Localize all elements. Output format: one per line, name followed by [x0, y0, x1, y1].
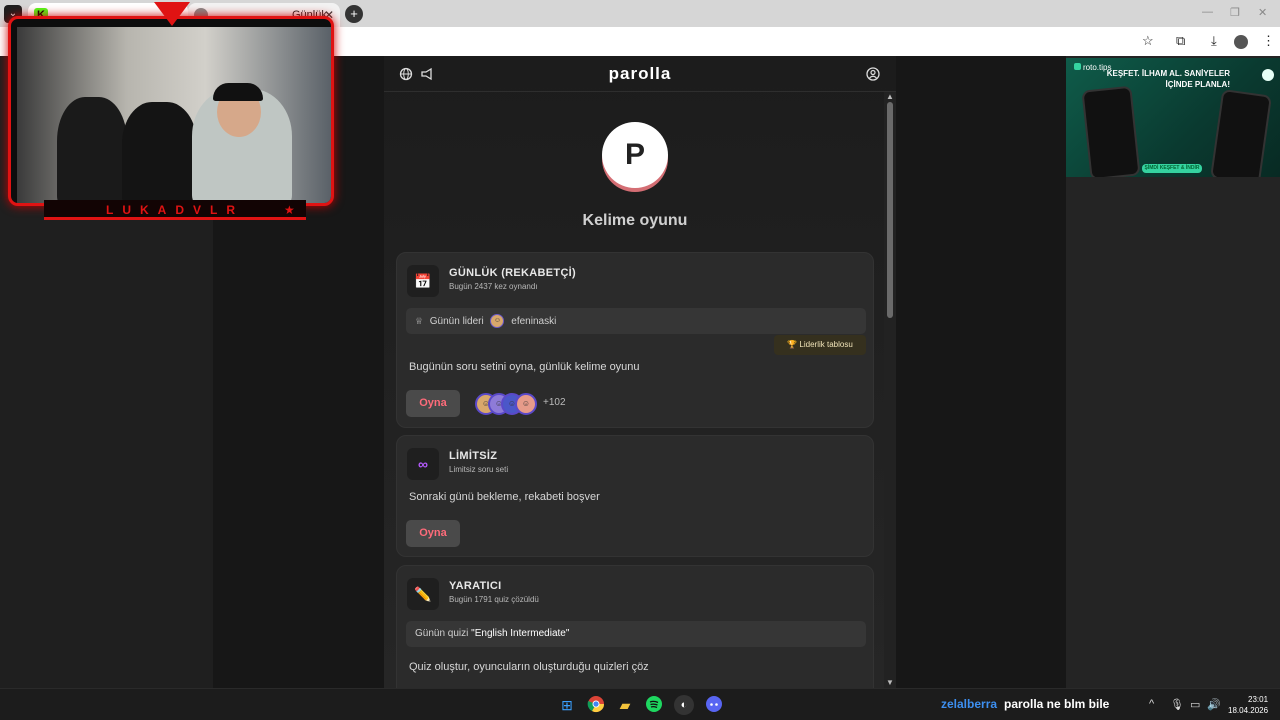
site-title[interactable]: parolla: [384, 64, 896, 84]
webcam-video: [17, 27, 331, 203]
card-description: Bugünün soru setini oyna, günlük kelime …: [409, 361, 640, 373]
creator-mode-card[interactable]: ✏️ YARATICI Bugün 1791 quiz çözüldü Günü…: [396, 565, 874, 688]
quiz-of-day-strip[interactable]: Günün quizi "English Intermediate": [406, 621, 866, 647]
ad-cta-button[interactable]: ŞİMDİ KEŞFET & İNDİR: [1142, 164, 1202, 173]
microphone-icon[interactable]: 🎙: [1170, 698, 1184, 711]
clock-time: 23:01: [1248, 695, 1269, 704]
menu-kebab-icon[interactable]: ⋮: [1262, 33, 1275, 49]
webcam-notch: [154, 2, 190, 26]
card-title: LİMİTSİZ: [449, 450, 498, 462]
site-logo: P: [602, 122, 668, 188]
phone-image: [1081, 85, 1141, 177]
trophy-outline-icon: ♕: [415, 316, 424, 326]
address-bar[interactable]: [330, 30, 1130, 53]
daily-play-button[interactable]: Oyna: [406, 390, 460, 417]
site-subtitle: Kelime oyunu: [582, 212, 688, 229]
cap-shape: [213, 83, 263, 101]
daily-mode-card[interactable]: 📅 GÜNLÜK (REKABETÇİ) Bugün 2437 kez oyna…: [396, 252, 874, 428]
ad-dot-icon: [1262, 69, 1274, 81]
leader-label: Günün lideri: [429, 316, 484, 327]
quiz-name: "English Intermediate": [471, 628, 570, 639]
parolla-page: parolla P Kelime oyunu 📅 GÜNLÜK (REKABET…: [384, 56, 896, 688]
unlimited-mode-card[interactable]: ∞ LİMİTSİZ Limitsiz soru seti Sonraki gü…: [396, 435, 874, 557]
download-icon[interactable]: ⤓: [1211, 33, 1217, 49]
volume-icon[interactable]: 🔊: [1207, 698, 1221, 711]
card-meta: Bugün 1791 quiz çözüldü: [449, 595, 539, 604]
star-icon: ★: [284, 203, 295, 217]
discord-icon[interactable]: [704, 695, 724, 715]
network-icon[interactable]: ▭: [1190, 698, 1200, 711]
card-meta: Limitsiz soru seti: [449, 465, 509, 474]
calendar-icon: 📅: [407, 265, 439, 297]
more-players-count: +102: [543, 397, 566, 408]
trophy-icon: 🏆: [787, 340, 798, 349]
profile-avatar[interactable]: [1234, 35, 1248, 49]
card-description: Sonraki günü bekleme, rekabeti boşver: [409, 491, 600, 503]
system-clock[interactable]: 23:01 18.04.2026: [1228, 694, 1268, 716]
windows-start-icon[interactable]: ⊞: [557, 695, 577, 715]
card-meta: Bugün 2437 kez oynandı: [449, 282, 538, 291]
webcam-frame: [8, 16, 334, 206]
webcam-overlay: ▲ LUKADVLR ★: [4, 2, 336, 224]
player-avatar: ☺: [515, 393, 537, 415]
chat-message: parolla ne blm bile: [1004, 697, 1110, 711]
unlimited-play-button[interactable]: Oyna: [406, 520, 460, 547]
scroll-down-icon[interactable]: ▼: [886, 678, 894, 687]
phone-image: [1209, 88, 1273, 177]
obs-icon[interactable]: ◐: [674, 695, 694, 715]
daily-leader-strip: ♕ Günün lideri ☺ efeninaski: [406, 308, 866, 334]
page-scrollbar[interactable]: ▲ ▼: [884, 92, 896, 688]
site-header: parolla: [384, 56, 896, 92]
card-description: Quiz oluştur, oyuncuların oluşturduğu qu…: [409, 661, 649, 673]
card-title: YARATICI: [449, 580, 502, 592]
extensions-icon[interactable]: ⧉: [1176, 33, 1185, 49]
scroll-up-icon[interactable]: ▲: [886, 92, 894, 101]
right-gutter: [896, 56, 1066, 688]
windows-taskbar: ⊞ ▰ ◐ zelalberra parolla ne blm bile ^ 🎙…: [0, 688, 1280, 720]
leader-avatar: ☺: [490, 314, 505, 329]
infinity-icon: ∞: [407, 448, 439, 480]
card-title: GÜNLÜK (REKABETÇİ): [449, 267, 577, 279]
clock-date: 18.04.2026: [1228, 706, 1269, 715]
window-close-icon[interactable]: ✕: [1258, 6, 1267, 19]
person-silhouette: [122, 102, 197, 203]
minimize-icon[interactable]: —: [1202, 6, 1213, 18]
new-tab-button[interactable]: +: [345, 5, 363, 23]
quiz-label: Günün quizi: [415, 628, 469, 639]
advertisement-banner[interactable]: roto.tips KEŞFET. İLHAM AL. SANİYELER İÇ…: [1066, 58, 1280, 177]
chrome-icon[interactable]: [586, 695, 606, 715]
tray-overflow-icon[interactable]: ^: [1149, 698, 1154, 710]
leader-name[interactable]: efeninaski: [511, 316, 556, 327]
file-explorer-icon[interactable]: ▰: [615, 695, 635, 715]
spotify-icon[interactable]: [644, 695, 664, 715]
user-profile-icon[interactable]: [866, 67, 880, 81]
bookmark-star-icon[interactable]: ☆: [1142, 33, 1154, 49]
streamer-name: LUKADVLR: [44, 200, 306, 220]
leaderboard-button[interactable]: 🏆 Liderlik tablosu: [774, 335, 866, 355]
chat-username: zelalberra: [941, 697, 998, 711]
scroll-thumb[interactable]: [887, 102, 893, 318]
pencil-icon: ✏️: [407, 578, 439, 610]
person-silhouette: [57, 97, 127, 203]
maximize-icon[interactable]: ❐: [1230, 6, 1240, 19]
